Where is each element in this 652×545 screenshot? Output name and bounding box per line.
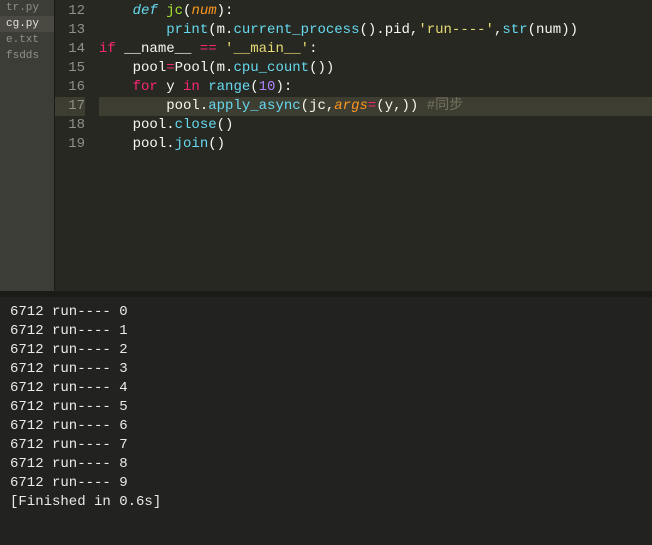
file-sidebar: tr.pycg.pye.txtfsdds (0, 0, 55, 291)
token: num (191, 3, 216, 19)
token: __name__ (124, 41, 191, 57)
editor-section: tr.pycg.pye.txtfsdds 1213141516171819 de… (0, 0, 652, 291)
token: ()) (309, 60, 334, 76)
token: 'run----' (418, 22, 494, 38)
token: : (309, 41, 317, 57)
token: current_process (233, 22, 359, 38)
code-line[interactable]: if __name__ == '__main__': (99, 40, 652, 59)
sidebar-file-item[interactable]: fsdds (0, 48, 54, 64)
token: 10 (259, 79, 276, 95)
line-number: 19 (55, 135, 85, 154)
token: y (166, 79, 174, 95)
output-console[interactable]: 6712 run---- 0 6712 run---- 1 6712 run--… (0, 297, 652, 545)
token: m (217, 22, 225, 38)
token: ( (301, 98, 309, 114)
token: range (208, 79, 250, 95)
code-line[interactable]: pool=Pool(m.cpu_count()) (99, 59, 652, 78)
token: str (502, 22, 527, 38)
line-number: 16 (55, 78, 85, 97)
token: (). (359, 22, 384, 38)
token: == (191, 41, 225, 57)
token: . (166, 136, 174, 152)
code-line[interactable]: print(m.current_process().pid,'run----',… (99, 21, 652, 40)
token: . (166, 117, 174, 133)
line-number: 15 (55, 59, 85, 78)
token: close (175, 117, 217, 133)
token: if (99, 41, 124, 57)
token: y (385, 98, 393, 114)
sidebar-file-item[interactable]: e.txt (0, 32, 54, 48)
token: pid (385, 22, 410, 38)
token: pool (133, 136, 167, 152)
token: Pool (175, 60, 209, 76)
token: jc (166, 3, 183, 19)
sidebar-file-item[interactable]: cg.py (0, 16, 54, 32)
token: () (217, 117, 234, 133)
token: = (166, 60, 174, 76)
code-line[interactable]: pool.close() (99, 116, 652, 135)
token: '__main__' (225, 41, 309, 57)
code-line[interactable]: for y in range(10): (99, 78, 652, 97)
line-number: 12 (55, 2, 85, 21)
code-line[interactable]: pool.join() (99, 135, 652, 154)
line-gutter: 1213141516171819 (55, 0, 95, 291)
token: ( (250, 79, 258, 95)
sidebar-file-item[interactable]: tr.py (0, 0, 54, 16)
token: in (175, 79, 209, 95)
code-content[interactable]: def jc(num): print(m.current_process().p… (95, 0, 652, 291)
token: )) (561, 22, 578, 38)
token: . (200, 98, 208, 114)
token: jc (309, 98, 326, 114)
token: ( (376, 98, 384, 114)
token: #同步 (418, 98, 463, 114)
token: num (536, 22, 561, 38)
token: join (175, 136, 209, 152)
token: for (133, 79, 167, 95)
token: cpu_count (233, 60, 309, 76)
editor-area[interactable]: 1213141516171819 def jc(num): print(m.cu… (55, 0, 652, 291)
token: () (208, 136, 225, 152)
token: print (166, 22, 208, 38)
token: ): (217, 3, 234, 19)
token: m (217, 60, 225, 76)
token: ( (208, 22, 216, 38)
line-number: 13 (55, 21, 85, 40)
line-number: 17 (55, 97, 85, 116)
token: args (334, 98, 368, 114)
token: ,)) (393, 98, 418, 114)
token: apply_async (208, 98, 300, 114)
token: pool (166, 98, 200, 114)
code-line[interactable]: pool.apply_async(jc,args=(y,)) #同步 (99, 97, 652, 116)
token: pool (133, 117, 167, 133)
token: ( (208, 60, 216, 76)
token: ( (528, 22, 536, 38)
line-number: 14 (55, 40, 85, 59)
code-line[interactable]: def jc(num): (99, 2, 652, 21)
token: ): (275, 79, 292, 95)
token: def (133, 3, 167, 19)
line-number: 18 (55, 116, 85, 135)
token: pool (133, 60, 167, 76)
